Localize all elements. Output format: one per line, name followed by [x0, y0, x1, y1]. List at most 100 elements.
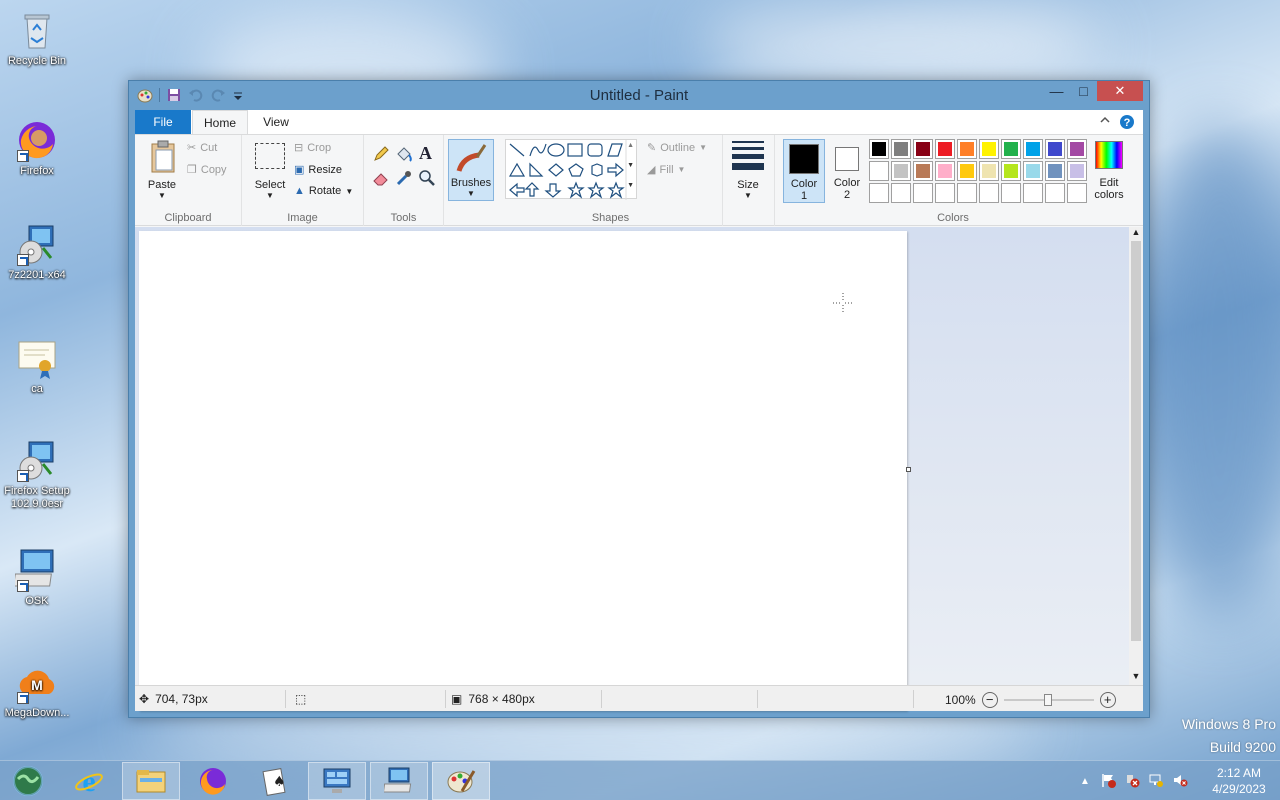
custom-color-slot[interactable]: [957, 183, 977, 203]
vertical-scrollbar[interactable]: ▲ ▼: [1129, 227, 1143, 685]
palette-swatch[interactable]: [1045, 139, 1065, 159]
taskbar-paint[interactable]: [432, 762, 490, 800]
palette-swatch[interactable]: [1067, 161, 1087, 181]
palette-swatch[interactable]: [1001, 139, 1021, 159]
scrollbar-thumb[interactable]: [1131, 241, 1141, 641]
cut-button[interactable]: ✂ Cut: [187, 141, 217, 155]
gallery-expand-icon[interactable]: ▼: [627, 182, 634, 189]
palette-swatch[interactable]: [869, 139, 889, 159]
eraser-icon[interactable]: [372, 169, 390, 190]
status-bar: ✥ 704, 73px ⬚ ▣ 768 × 480px 100% − +: [135, 685, 1143, 711]
palette-swatch[interactable]: [935, 139, 955, 159]
custom-color-slot[interactable]: [913, 183, 933, 203]
show-hidden-icons-icon[interactable]: ▲: [1074, 776, 1096, 787]
fill-button[interactable]: ◢ Fill ▼: [647, 163, 685, 177]
desktop-icon-recycle-bin[interactable]: Recycle Bin: [2, 8, 72, 68]
palette-swatch[interactable]: [869, 161, 889, 181]
colors-group: Color 1 Color 2 Edit colors Colors: [775, 135, 1131, 226]
palette-swatch[interactable]: [979, 139, 999, 159]
taskbar: e ♠ ▲ 2:12 AM 4/29/2023: [0, 760, 1280, 800]
custom-color-slot[interactable]: [935, 183, 955, 203]
copy-button[interactable]: ❐ Copy: [187, 163, 227, 177]
help-icon[interactable]: ?: [1119, 114, 1135, 133]
start-button[interactable]: [0, 762, 56, 800]
close-button[interactable]: ✕: [1097, 81, 1143, 101]
taskbar-firefox[interactable]: [184, 762, 242, 800]
taskbar-osk[interactable]: [370, 762, 428, 800]
custom-color-slot[interactable]: [869, 183, 889, 203]
edit-colors-button[interactable]: Edit colors: [1091, 139, 1127, 203]
resize-handle-right[interactable]: [906, 467, 911, 472]
paint-window[interactable]: Untitled - Paint — □ ✕ File Home View ? …: [128, 80, 1150, 718]
custom-color-slot[interactable]: [979, 183, 999, 203]
desktop-icon-firefox[interactable]: Firefox: [2, 118, 72, 178]
taskbar-control-panel[interactable]: [308, 762, 366, 800]
palette-swatch[interactable]: [913, 161, 933, 181]
palette-swatch[interactable]: [891, 139, 911, 159]
tab-view[interactable]: View: [251, 110, 301, 134]
crop-button[interactable]: ⊟ Crop: [294, 141, 331, 155]
custom-color-slot[interactable]: [891, 183, 911, 203]
palette-swatch[interactable]: [1023, 139, 1043, 159]
palette-swatch[interactable]: [957, 139, 977, 159]
text-tool-icon[interactable]: A: [419, 143, 432, 164]
palette-swatch[interactable]: [1001, 161, 1021, 181]
tab-home[interactable]: Home: [192, 110, 248, 135]
scroll-up-icon[interactable]: ▲: [1129, 227, 1143, 241]
desktop-icon-firefox-setup[interactable]: Firefox Setup 102.9.0esr: [2, 438, 72, 511]
color-picker-icon[interactable]: [395, 169, 413, 190]
zoom-slider-thumb[interactable]: [1043, 694, 1052, 706]
palette-swatch[interactable]: [1067, 139, 1087, 159]
minimize-button[interactable]: —: [1043, 81, 1070, 101]
tab-file[interactable]: File: [135, 110, 191, 134]
maximize-button[interactable]: □: [1070, 81, 1097, 101]
palette-swatch[interactable]: [935, 161, 955, 181]
palette-swatch[interactable]: [957, 161, 977, 181]
security-alert-icon[interactable]: [1120, 772, 1144, 791]
zoom-in-icon[interactable]: +: [1099, 692, 1116, 708]
gallery-scroll-down-icon[interactable]: ▼: [627, 162, 634, 169]
custom-color-slot[interactable]: [1067, 183, 1087, 203]
custom-color-slot[interactable]: [1023, 183, 1043, 203]
custom-color-slot[interactable]: [1045, 183, 1065, 203]
outline-button[interactable]: ✎ Outline ▼: [647, 141, 707, 155]
desktop-icon-megadownloader[interactable]: M MegaDown...: [2, 660, 72, 720]
desktop-icon-7z2201[interactable]: 7z2201-x64: [2, 222, 72, 282]
internet-explorer-icon: e: [75, 766, 103, 796]
zoom-out-icon[interactable]: −: [981, 692, 998, 708]
taskbar-file-explorer[interactable]: [122, 762, 180, 800]
drawing-canvas[interactable]: [139, 231, 907, 711]
canvas-area[interactable]: [135, 227, 1129, 711]
rotate-button[interactable]: ▲ Rotate ▼: [294, 185, 353, 197]
size-button[interactable]: Size ▼: [727, 139, 769, 201]
minimize-ribbon-icon[interactable]: [1099, 114, 1111, 129]
taskbar-internet-explorer[interactable]: e: [60, 762, 118, 800]
taskbar-solitaire[interactable]: ♠: [246, 762, 304, 800]
shapes-gallery[interactable]: ▲ ▼ ▼: [505, 139, 637, 200]
select-button[interactable]: Select ▼: [250, 139, 290, 203]
custom-color-slot[interactable]: [1001, 183, 1021, 203]
pencil-icon[interactable]: [372, 145, 390, 166]
desktop-icon-ca[interactable]: ca: [2, 336, 72, 396]
paste-button[interactable]: Paste ▼: [143, 139, 181, 203]
magnifier-icon[interactable]: [418, 169, 436, 190]
fill-bucket-icon[interactable]: [395, 145, 413, 166]
color2-button[interactable]: Color 2: [827, 139, 867, 203]
resize-button[interactable]: ▣ Resize: [294, 163, 342, 177]
palette-swatch[interactable]: [891, 161, 911, 181]
volume-muted-icon[interactable]: [1168, 772, 1192, 791]
brushes-button[interactable]: Brushes ▼: [448, 139, 494, 201]
palette-swatch[interactable]: [1045, 161, 1065, 181]
color1-button[interactable]: Color 1: [783, 139, 825, 203]
clock[interactable]: 2:12 AM 4/29/2023: [1204, 765, 1274, 797]
zoom-slider[interactable]: [1003, 694, 1094, 706]
gallery-scroll-up-icon[interactable]: ▲: [627, 142, 634, 149]
desktop-icon-osk[interactable]: OSK: [2, 548, 72, 608]
network-icon[interactable]: [1144, 772, 1168, 791]
title-bar[interactable]: Untitled - Paint — □ ✕: [129, 81, 1149, 110]
palette-swatch[interactable]: [979, 161, 999, 181]
palette-swatch[interactable]: [913, 139, 933, 159]
scroll-down-icon[interactable]: ▼: [1129, 671, 1143, 685]
action-center-flag-icon[interactable]: [1096, 772, 1120, 791]
palette-swatch[interactable]: [1023, 161, 1043, 181]
